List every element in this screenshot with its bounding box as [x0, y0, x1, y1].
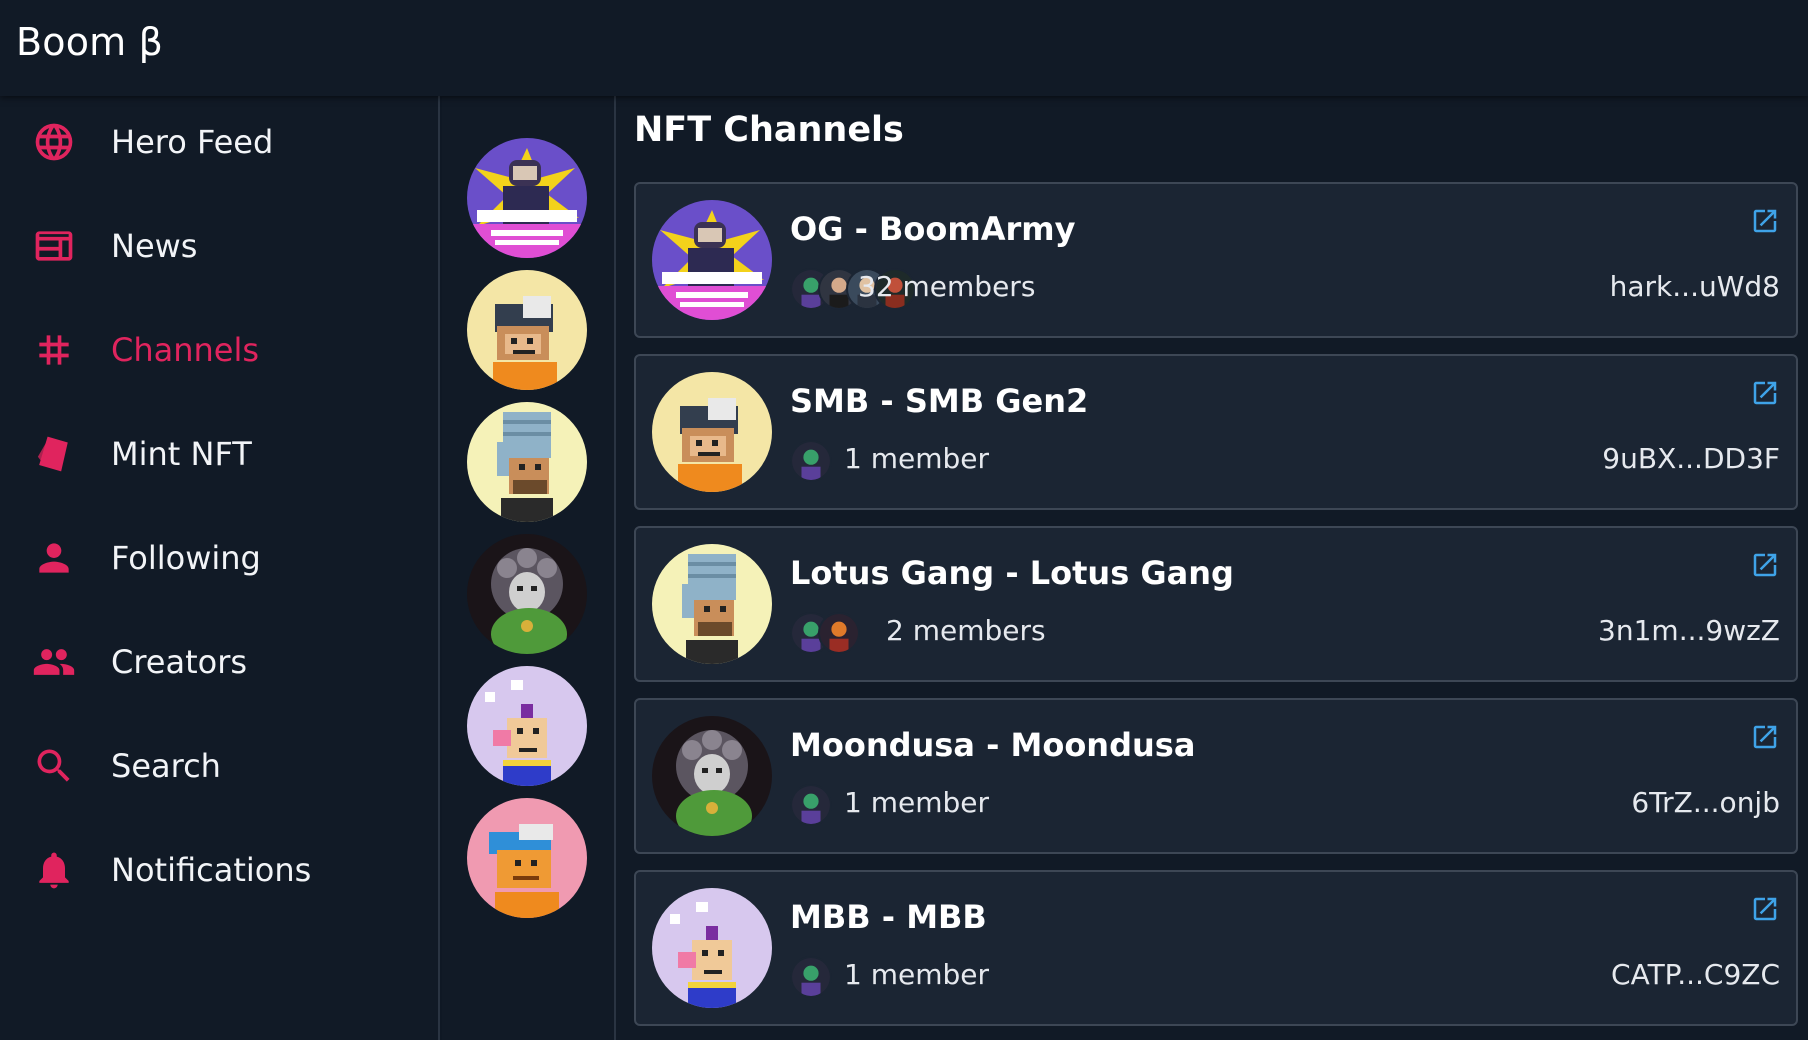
- sidebar-nav: Hero Feed News Channels Mint NFT Followi…: [0, 96, 440, 1040]
- rail-avatar-og-boomarmy[interactable]: [467, 138, 587, 258]
- member-avatars: [790, 784, 832, 826]
- rail-avatar-moondusa[interactable]: [467, 534, 587, 654]
- channel-name: SMB - SMB Gen2: [790, 382, 1089, 420]
- sidebar-item-label: News: [111, 227, 198, 265]
- bell-icon: [32, 848, 76, 892]
- sidebar-item-label: Hero Feed: [111, 123, 274, 161]
- member-avatars: [790, 956, 832, 998]
- external-link-icon[interactable]: [1750, 722, 1780, 752]
- sidebar-item-following[interactable]: Following: [0, 518, 438, 598]
- sidebar-item-label: Channels: [111, 331, 260, 369]
- channel-address: 3n1m...9wzZ: [1598, 614, 1780, 647]
- tag-icon: [32, 432, 76, 476]
- rail-avatar-mbb[interactable]: [467, 666, 587, 786]
- channel-card[interactable]: Lotus Gang - Lotus Gang 2 members 3n1m..…: [634, 526, 1798, 682]
- member-count: 2 members: [886, 614, 1046, 647]
- member-avatar: [790, 784, 832, 826]
- external-link-icon[interactable]: [1750, 206, 1780, 236]
- rail-avatar-lotus-gang[interactable]: [467, 402, 587, 522]
- channel-avatar: [652, 888, 772, 1008]
- sidebar-item-hero-feed[interactable]: Hero Feed: [0, 102, 438, 182]
- member-count: 1 member: [844, 958, 990, 991]
- main-content: NFT Channels OG - BoomArmy 32 members ha…: [616, 96, 1808, 1040]
- channel-avatar: [652, 544, 772, 664]
- member-avatar: [790, 956, 832, 998]
- channel-card[interactable]: MBB - MBB 1 member CATP...C9ZC: [634, 870, 1798, 1026]
- channel-card[interactable]: Moondusa - Moondusa 1 member 6TrZ...onjb: [634, 698, 1798, 854]
- pixel-monkey-cap-nft-image: [467, 270, 587, 390]
- member-avatar: [818, 612, 860, 654]
- sidebar-item-label: Notifications: [111, 851, 312, 889]
- sidebar-item-label: Following: [111, 539, 261, 577]
- page-title: NFT Channels: [634, 110, 904, 150]
- medusa-nft-image: [652, 716, 772, 836]
- app-title[interactable]: Boom β: [16, 20, 163, 64]
- sidebar-item-channels[interactable]: Channels: [0, 310, 438, 390]
- pixel-punk-nft-image: [467, 666, 587, 786]
- channel-name: MBB - MBB: [790, 898, 987, 936]
- pixel-monkey-beanie-nft-image: [652, 544, 772, 664]
- sidebar-item-label: Search: [111, 747, 221, 785]
- sidebar-item-label: Mint NFT: [111, 435, 252, 473]
- pixel-monkey-blue-cap-nft-image: [467, 798, 587, 918]
- member-count: 1 member: [844, 442, 990, 475]
- member-count: 32 members: [858, 270, 1036, 303]
- pixel-punk-nft-image: [652, 888, 772, 1008]
- comic-soldier-nft-image: [467, 138, 587, 258]
- channel-avatar: [652, 716, 772, 836]
- person-icon: [32, 536, 76, 580]
- rail-avatar-smb[interactable]: [467, 270, 587, 390]
- member-avatars: [790, 612, 860, 654]
- sidebar-item-notifications[interactable]: Notifications: [0, 830, 438, 910]
- globe-icon: [32, 120, 76, 164]
- hash-icon: [32, 328, 76, 372]
- channel-name: OG - BoomArmy: [790, 210, 1076, 248]
- external-link-icon[interactable]: [1750, 894, 1780, 924]
- sidebar-item-label: Creators: [111, 643, 248, 681]
- comic-soldier-nft-image: [652, 200, 772, 320]
- channel-card[interactable]: SMB - SMB Gen2 1 member 9uBX...DD3F: [634, 354, 1798, 510]
- member-avatar: [790, 440, 832, 482]
- channel-name: Moondusa - Moondusa: [790, 726, 1196, 764]
- pixel-monkey-beanie-nft-image: [467, 402, 587, 522]
- medusa-nft-image: [467, 534, 587, 654]
- external-link-icon[interactable]: [1750, 378, 1780, 408]
- sidebar-item-mint-nft[interactable]: Mint NFT: [0, 414, 438, 494]
- sidebar-item-search[interactable]: Search: [0, 726, 438, 806]
- rail-avatar-extra[interactable]: [467, 798, 587, 918]
- channel-avatar-rail: [442, 96, 616, 1040]
- newspaper-icon: [32, 224, 76, 268]
- group-icon: [32, 640, 76, 684]
- channel-address: CATP...C9ZC: [1611, 958, 1780, 991]
- channel-address: 6TrZ...onjb: [1631, 786, 1780, 819]
- member-avatars: [790, 440, 832, 482]
- pixel-monkey-cap-nft-image: [652, 372, 772, 492]
- channel-card[interactable]: OG - BoomArmy 32 members hark...uWd8: [634, 182, 1798, 338]
- app-header: Boom β: [0, 0, 1808, 96]
- member-count: 1 member: [844, 786, 990, 819]
- sidebar-item-news[interactable]: News: [0, 206, 438, 286]
- external-link-icon[interactable]: [1750, 550, 1780, 580]
- channel-avatar: [652, 200, 772, 320]
- channel-avatar: [652, 372, 772, 492]
- sidebar-item-creators[interactable]: Creators: [0, 622, 438, 702]
- channel-name: Lotus Gang - Lotus Gang: [790, 554, 1234, 592]
- search-icon: [32, 744, 76, 788]
- channel-address: hark...uWd8: [1609, 270, 1780, 303]
- channel-address: 9uBX...DD3F: [1602, 442, 1780, 475]
